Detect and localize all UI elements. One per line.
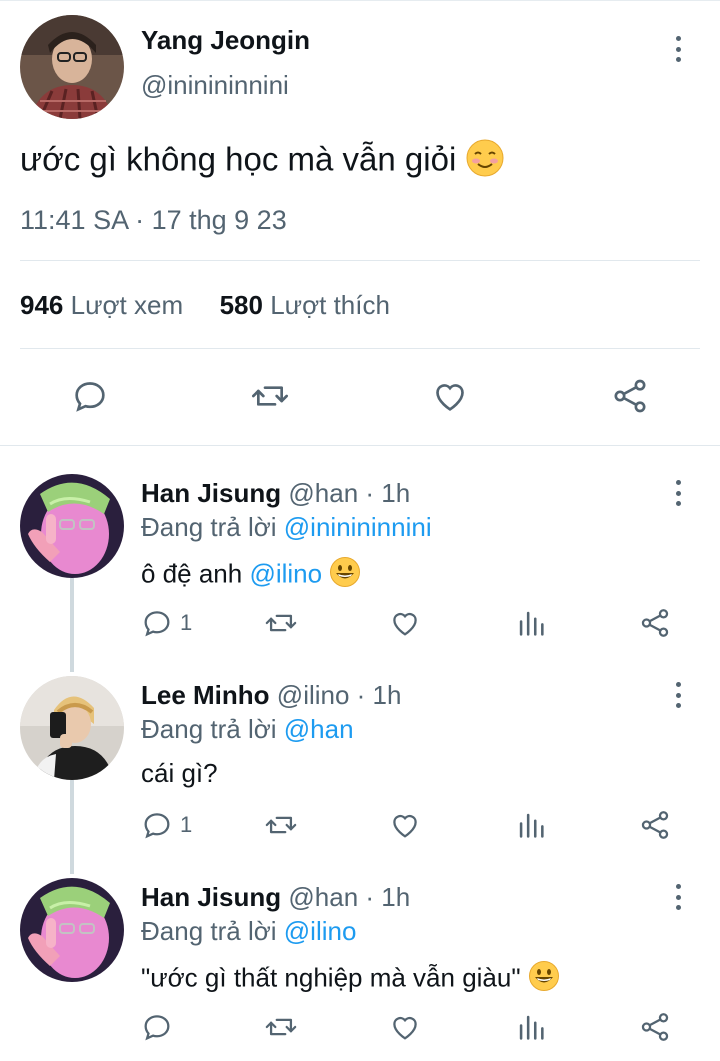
- replying-to: Đang trả lời @ininininnini: [141, 512, 432, 542]
- more-options-icon[interactable]: [668, 476, 688, 510]
- analytics-icon: [519, 813, 544, 838]
- tweet-text: ước gì không học mà vẫn giỏi: [20, 138, 505, 186]
- avatar[interactable]: [20, 474, 124, 578]
- heart-icon: [393, 1016, 417, 1040]
- retweet-button[interactable]: [263, 1010, 299, 1044]
- share-button[interactable]: [638, 606, 672, 640]
- divider: [20, 260, 700, 261]
- reply-button[interactable]: [140, 1010, 174, 1044]
- tweet-stats: 946 Lượt xem 580 Lượt thích: [20, 290, 390, 321]
- reply-count: 1: [180, 610, 193, 635]
- reply-tweet[interactable]: Lee Minho @ilino · 1h Đang trả lời @han …: [0, 672, 720, 872]
- reply-author[interactable]: Lee Minho @ilino · 1h: [141, 680, 401, 711]
- grinning-face-icon: [528, 960, 560, 999]
- replying-to: Đang trả lời @ilino: [141, 916, 357, 946]
- like-button[interactable]: [388, 1010, 422, 1044]
- likes-count[interactable]: 580: [220, 290, 263, 320]
- avatar[interactable]: [20, 878, 124, 982]
- reply-count: 1: [180, 812, 193, 837]
- share-icon: [641, 811, 669, 839]
- reply-tweet[interactable]: Han Jisung @han · 1h Đang trả lời @ilino…: [0, 874, 720, 1061]
- likes-label[interactable]: Lượt thích: [270, 290, 390, 320]
- share-button[interactable]: [638, 808, 672, 842]
- analytics-button[interactable]: [514, 1010, 548, 1044]
- retweet-icon: [265, 614, 297, 632]
- retweet-icon: [265, 816, 297, 834]
- analytics-icon: [519, 1015, 544, 1040]
- reply-icon: [144, 1015, 170, 1041]
- like-button[interactable]: [388, 606, 422, 640]
- more-options-icon[interactable]: [668, 880, 688, 914]
- more-options-icon[interactable]: [668, 32, 688, 66]
- reply-button[interactable]: 1: [140, 808, 192, 842]
- reply-icon: [144, 611, 170, 637]
- retweet-icon: [265, 1018, 297, 1036]
- reply-text: ô đệ anh @ilino: [141, 556, 361, 595]
- views-label[interactable]: Lượt xem: [71, 290, 183, 320]
- like-button[interactable]: [388, 808, 422, 842]
- reply-text: "ước gì thất nghiệp mà vẫn giàu": [141, 960, 560, 999]
- mention-link[interactable]: @ilino: [249, 558, 322, 588]
- grinning-face-icon: [329, 556, 361, 595]
- analytics-button[interactable]: [514, 606, 548, 640]
- share-button[interactable]: [610, 376, 650, 416]
- smiling-face-icon: [465, 138, 505, 186]
- share-icon: [641, 1013, 669, 1041]
- author-name[interactable]: Yang Jeongin: [141, 25, 310, 56]
- divider: [20, 348, 700, 349]
- reply-icon: [144, 813, 170, 839]
- share-icon: [614, 379, 646, 413]
- mention-link[interactable]: @ininininnini: [284, 512, 432, 542]
- retweet-button[interactable]: [249, 376, 291, 416]
- reply-text: cái gì?: [141, 758, 218, 788]
- reply-tweet[interactable]: Han Jisung @han · 1h Đang trả lời @inini…: [0, 470, 720, 670]
- retweet-button[interactable]: [263, 606, 299, 640]
- reply-author[interactable]: Han Jisung @han · 1h: [141, 478, 410, 509]
- section-separator: [0, 445, 720, 446]
- mention-link[interactable]: @han: [284, 714, 354, 744]
- analytics-icon: [519, 611, 544, 636]
- avatar[interactable]: [20, 15, 124, 119]
- reply-button[interactable]: 1: [140, 606, 192, 640]
- views-count[interactable]: 946: [20, 290, 63, 320]
- retweet-button[interactable]: [263, 808, 299, 842]
- reply-button[interactable]: [70, 376, 110, 416]
- more-options-icon[interactable]: [668, 678, 688, 712]
- retweet-icon: [252, 386, 288, 406]
- reply-icon: [75, 382, 105, 412]
- timestamp[interactable]: 11:41 SA · 17 thg 9 23: [20, 205, 287, 236]
- heart-icon: [436, 384, 464, 411]
- reply-author[interactable]: Han Jisung @han · 1h: [141, 882, 410, 913]
- heart-icon: [393, 814, 417, 838]
- main-tweet: Yang Jeongin @ininininnini ước gì không …: [0, 0, 720, 446]
- mention-link[interactable]: @ilino: [284, 916, 357, 946]
- author-handle[interactable]: @ininininnini: [141, 70, 289, 101]
- avatar[interactable]: [20, 676, 124, 780]
- share-button[interactable]: [638, 1010, 672, 1044]
- analytics-button[interactable]: [514, 808, 548, 842]
- like-button[interactable]: [430, 376, 470, 416]
- share-icon: [641, 609, 669, 637]
- replying-to: Đang trả lời @han: [141, 714, 354, 744]
- heart-icon: [393, 612, 417, 636]
